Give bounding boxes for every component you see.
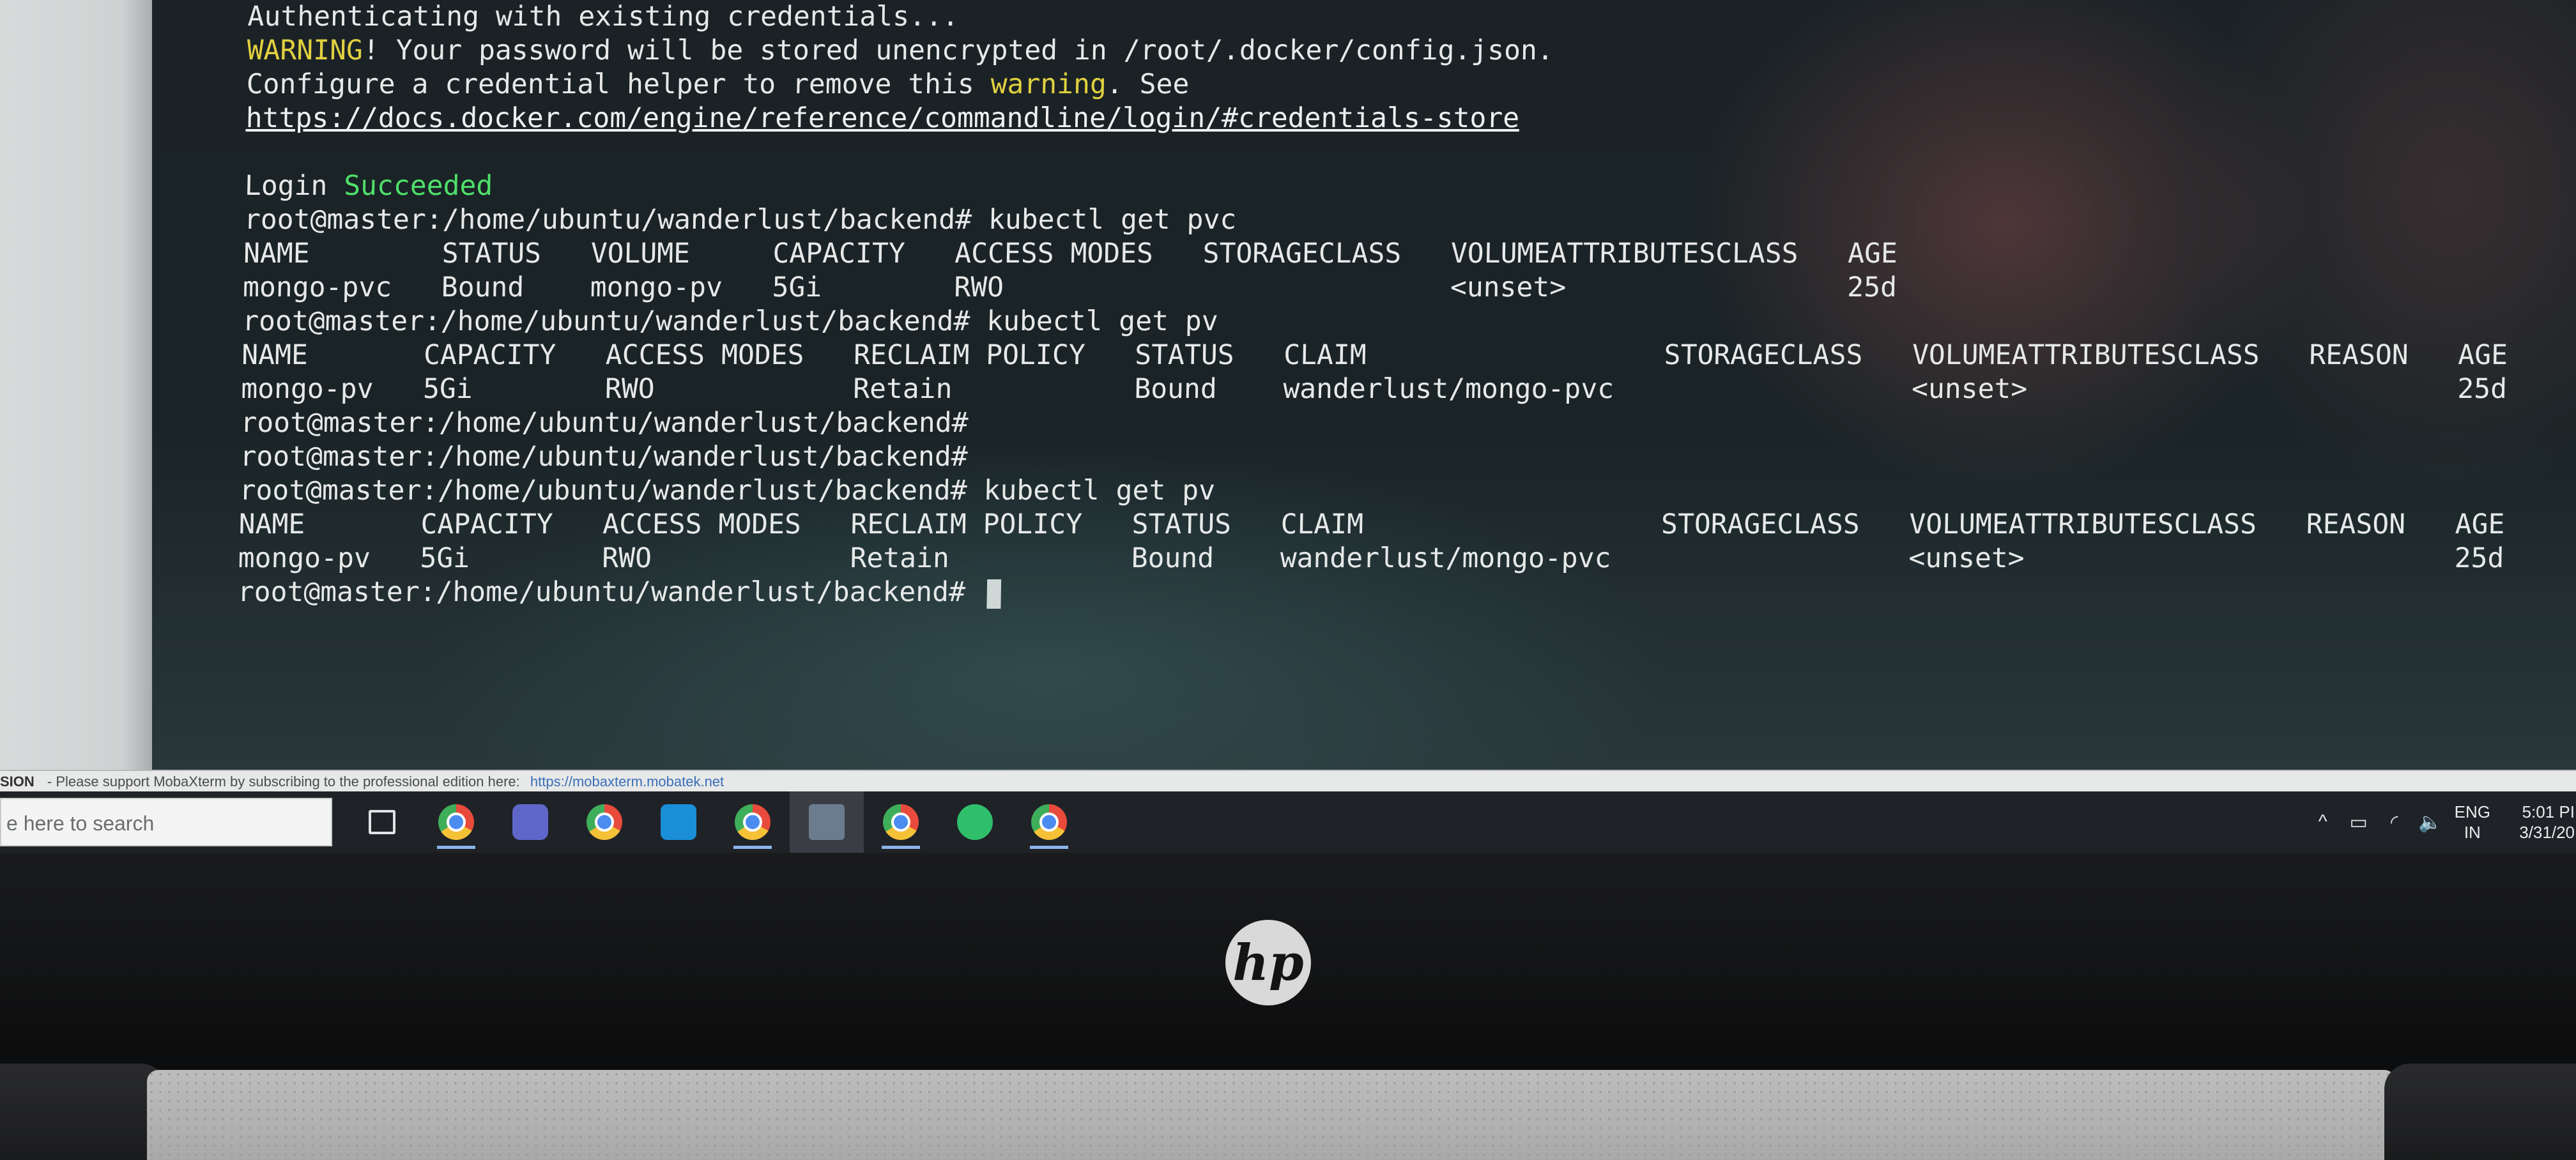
chrome-icon [438,804,474,840]
terminal-text: root@master:/home/ubuntu/wanderlust/back… [237,576,983,608]
taskbar-app-button[interactable] [493,791,567,853]
terminal-line: WARNING! Your password will be stored un… [247,34,2575,68]
battery-icon[interactable]: ▭ [2345,811,2373,834]
terminal-line: Login Succeeded [244,169,2573,203]
terminal-cursor [986,579,1002,609]
terminal-text: mongo-pv 5Gi RWO Retain Bound wanderlust… [238,542,2504,574]
terminal-line: Configure a credential helper to remove … [246,68,2575,102]
terminal-line: root@master:/home/ubuntu/wanderlust/back… [244,203,2573,237]
terminal-text: NAME CAPACITY ACCESS MODES RECLAIM POLIC… [241,339,2508,371]
terminal-line: NAME CAPACITY ACCESS MODES RECLAIM POLIC… [241,339,2570,372]
chrome-profile-icon [883,804,919,840]
teams-icon [512,804,548,840]
volume-icon[interactable]: 🔈 [2416,811,2444,834]
chevron-up-icon[interactable]: ^ [2309,811,2337,833]
whatsapp-icon [957,804,993,840]
terminal-line: root@master:/home/ubuntu/wanderlust/back… [242,305,2571,339]
laptop-keyboard-grille [147,1070,2396,1160]
chrome-icon [586,804,622,840]
terminal-link[interactable]: https://docs.docker.com/engine/reference… [245,102,1519,134]
terminal-text: NAME STATUS VOLUME CAPACITY ACCESS MODES… [243,238,1898,270]
terminal-text: Login [244,170,344,202]
terminal-text: warning [990,68,1107,100]
photos-icon [809,804,845,840]
terminal-line: mongo-pvc Bound mongo-pv 5Gi RWO <unset>… [243,271,2572,305]
taskbar-app-button[interactable] [864,791,938,853]
mobaxterm-status-bar: SION - Please support MobaXterm by subsc… [0,770,2576,793]
screen: Authenticating with existing credentials… [0,0,2576,853]
laptop-hinge-left [0,1064,166,1160]
terminal-text: root@master:/home/ubuntu/wanderlust/back… [241,305,1219,337]
terminal-line: root@master:/home/ubuntu/wanderlust/back… [237,576,2566,609]
terminal-line: mongo-pv 5Gi RWO Retain Bound wanderlust… [241,372,2570,406]
taskbar-app-button[interactable] [716,791,790,853]
clock[interactable]: 5:01 PI 3/31/20 [2506,802,2576,843]
terminal-window[interactable]: Authenticating with existing credentials… [152,0,2576,770]
taskbar-app-button[interactable] [419,791,493,853]
terminal-line: NAME CAPACITY ACCESS MODES RECLAIM POLIC… [238,508,2567,542]
terminal-line: Authenticating with existing credentials… [247,0,2576,34]
terminal-text: WARNING [247,34,364,66]
terminal-line: root@master:/home/ubuntu/wanderlust/back… [239,474,2568,508]
clock-time: 5:01 PI [2522,802,2575,821]
system-tray: ^ ▭ ◜ 🔈 ENG IN 5:01 PI 3/31/20 [2305,791,2576,853]
edge-icon [661,804,696,840]
taskbar-app-button[interactable] [938,791,1012,853]
terminal-text: root@master:/home/ubuntu/wanderlust/back… [240,441,969,473]
terminal-text: root@master:/home/ubuntu/wanderlust/back… [240,407,969,439]
terminal-line: root@master:/home/ubuntu/wanderlust/back… [240,440,2568,474]
hp-logo: hp [1225,920,1311,1005]
left-side-panel [0,0,154,770]
terminal-text: mongo-pv 5Gi RWO Retain Bound wanderlust… [240,373,2508,405]
taskbar-search-box[interactable]: e here to search [0,798,332,846]
terminal-text: Configure a credential helper to remove … [246,68,992,100]
mobaxterm-link[interactable]: https://mobaxterm.mobatek.net [530,774,724,790]
chrome-icon [1031,804,1067,840]
terminal-text: root@master:/home/ubuntu/wanderlust/back… [243,204,1237,236]
terminal-text: NAME CAPACITY ACCESS MODES RECLAIM POLIC… [238,508,2505,540]
wifi-icon[interactable]: ◜ [2380,811,2409,834]
taskbar-app-button[interactable] [641,791,716,853]
terminal-text: Succeeded [343,170,493,202]
terminal-text: mongo-pvc Bound mongo-pv 5Gi RWO <unset>… [242,271,1897,303]
clock-date: 3/31/20 [2519,823,2575,842]
terminal-line: https://docs.docker.com/engine/reference… [245,102,2574,135]
language-code: ENG [2454,802,2490,821]
taskbar-app-button[interactable] [790,791,864,853]
support-message: - Please support MobaXterm by subscribin… [47,774,520,790]
taskbar-app-button[interactable] [345,791,419,853]
taskbar-pinned-apps [345,791,1086,853]
terminal-output: Authenticating with existing credentials… [234,0,2576,770]
terminal-text: . See [1106,68,1190,100]
laptop-hinge-right [2384,1064,2576,1160]
region-code: IN [2464,823,2481,842]
task-view-icon [364,804,400,840]
chrome-profile-icon [735,804,770,840]
terminal-line: mongo-pv 5Gi RWO Retain Bound wanderlust… [238,542,2566,576]
terminal-text: Authenticating with existing credentials… [247,1,960,33]
session-label: SION [0,774,34,790]
windows-taskbar: e here to search ^ ▭ ◜ 🔈 ENG IN 5:01 PI … [0,791,2576,853]
terminal-text: ! Your password will be stored unencrypt… [362,34,1554,66]
terminal-line: root@master:/home/ubuntu/wanderlust/back… [240,406,2569,440]
terminal-text: root@master:/home/ubuntu/wanderlust/back… [239,475,1216,507]
terminal-line: NAME STATUS VOLUME CAPACITY ACCESS MODES… [243,237,2572,271]
language-indicator[interactable]: ENG IN [2455,802,2490,843]
taskbar-app-button[interactable] [1012,791,1086,853]
taskbar-app-button[interactable] [567,791,641,853]
